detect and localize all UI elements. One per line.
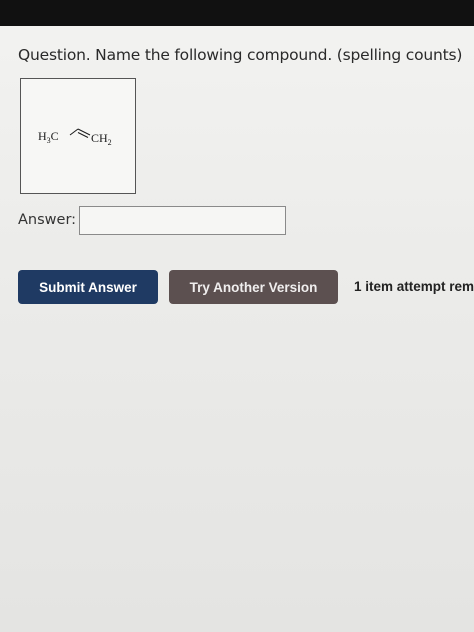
double-bond-line-1 xyxy=(77,128,91,136)
structure-bonds xyxy=(69,128,91,138)
structure-ch2-label: CH2 xyxy=(91,131,112,147)
structure-image: H3C CH2 xyxy=(20,78,136,194)
answer-label: Answer: xyxy=(18,212,77,228)
attempts-remaining-text: 1 item attempt rem xyxy=(354,279,474,294)
answer-input[interactable] xyxy=(79,206,286,235)
try-another-version-button[interactable]: Try Another Version xyxy=(169,270,338,304)
question-text: Question. Name the following compound. (… xyxy=(18,46,463,64)
submit-answer-button[interactable]: Submit Answer xyxy=(18,270,158,304)
structure-h3c-label: H3C xyxy=(38,129,59,145)
single-bond xyxy=(69,128,79,136)
top-bar xyxy=(0,0,474,26)
structure-svg: H3C CH2 xyxy=(38,128,112,147)
